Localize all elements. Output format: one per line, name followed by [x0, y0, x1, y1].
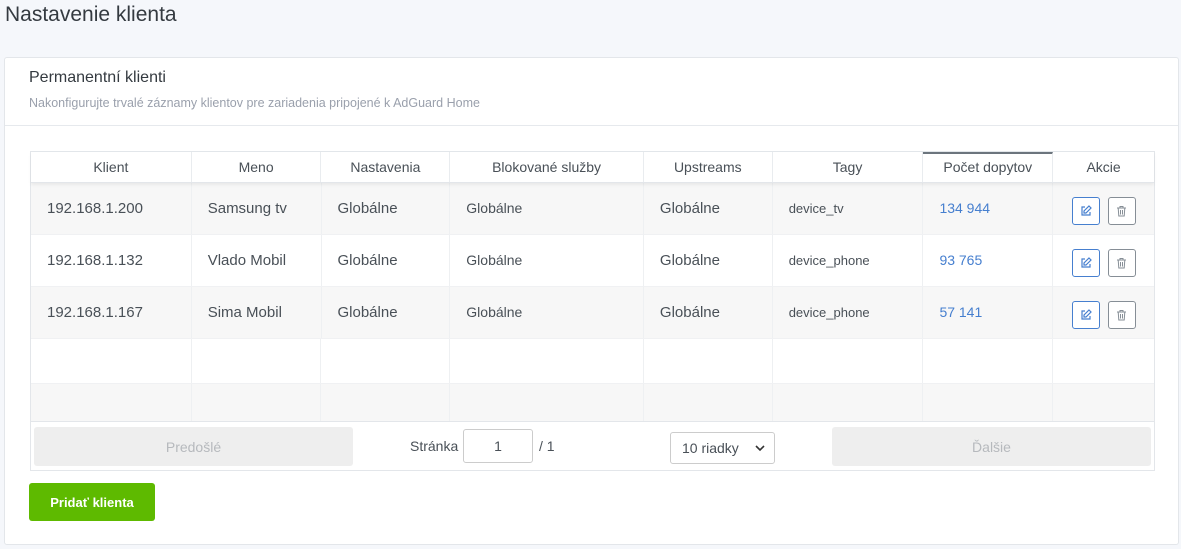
chevron-down-icon [755, 445, 765, 452]
cell-settings: Globálne [322, 235, 451, 286]
header-upstreams[interactable]: Upstreams [644, 152, 773, 182]
empty-cell [31, 339, 192, 383]
empty-cell [450, 339, 644, 383]
next-button[interactable]: Ďalšie [832, 427, 1151, 466]
empty-cell [1053, 339, 1154, 383]
empty-row [31, 339, 1154, 384]
header-name[interactable]: Meno [192, 152, 322, 182]
empty-cell [192, 339, 322, 383]
empty-cell [773, 339, 924, 383]
cell-name: Vlado Mobil [192, 235, 322, 286]
cell-actions [1053, 183, 1154, 234]
cell-name: Samsung tv [192, 183, 322, 234]
delete-button[interactable] [1107, 196, 1136, 225]
header-query-count[interactable]: Počet dopytov [923, 152, 1054, 182]
empty-cell [321, 339, 451, 383]
delete-button[interactable] [1107, 248, 1136, 277]
cell-query-count[interactable]: 134 944 [923, 181, 1054, 234]
cell-client: 192.168.1.200 [31, 183, 192, 234]
cell-upstreams: Globálne [644, 287, 773, 338]
table-row: 192.168.1.200 Samsung tv Globálne Globál… [31, 181, 1154, 235]
cell-settings: Globálne [322, 183, 451, 234]
cell-tags: device_tv [773, 183, 924, 234]
previous-button[interactable]: Predošlé [34, 427, 353, 466]
trash-icon [1117, 309, 1127, 320]
header-blocked-services[interactable]: Blokované služby [450, 152, 644, 182]
page-label: Stránka [410, 438, 459, 454]
trash-icon [1117, 257, 1127, 268]
clients-table: Klient Meno Nastavenia Blokované služby … [30, 151, 1155, 471]
empty-cell [644, 339, 773, 383]
table-row: 192.168.1.167 Sima Mobil Globálne Globál… [31, 285, 1154, 339]
delete-button[interactable] [1107, 300, 1136, 329]
cell-tags: device_phone [773, 287, 924, 338]
cell-settings: Globálne [322, 287, 451, 338]
edit-icon [1081, 204, 1092, 216]
edit-icon [1081, 308, 1092, 320]
empty-cell [923, 339, 1054, 383]
cell-upstreams: Globálne [644, 183, 773, 234]
cell-name: Sima Mobil [192, 287, 322, 338]
header-actions: Akcie [1086, 159, 1121, 175]
table-row: 192.168.1.132 Vlado Mobil Globálne Globá… [31, 233, 1154, 287]
cell-query-count[interactable]: 93 765 [923, 233, 1054, 286]
table-header: Klient Meno Nastavenia Blokované služby … [31, 152, 1154, 183]
rows-per-page-value: 10 riadky [682, 440, 739, 456]
cell-blocked-services: Globálne [450, 233, 644, 286]
page-title: Nastavenie klienta [5, 3, 177, 26]
cell-actions [1053, 235, 1154, 286]
cell-client: 192.168.1.167 [31, 287, 192, 338]
edit-icon [1081, 256, 1092, 268]
page-input[interactable] [463, 429, 533, 463]
page-total: / 1 [539, 438, 555, 454]
cell-upstreams: Globálne [644, 235, 773, 286]
add-client-button[interactable]: Pridať klienta [29, 483, 155, 521]
cell-blocked-services: Globálne [450, 285, 644, 338]
cell-actions [1053, 287, 1154, 338]
edit-button[interactable] [1071, 300, 1100, 329]
header-settings[interactable]: Nastavenia [321, 152, 451, 182]
cell-client: 192.168.1.132 [31, 235, 192, 286]
edit-button[interactable] [1071, 196, 1100, 225]
cell-tags: device_phone [773, 235, 924, 286]
trash-icon [1117, 205, 1127, 216]
pagination: Predošlé Stránka / 1 10 riadky Ďalšie [31, 421, 1154, 470]
header-tags[interactable]: Tagy [773, 152, 924, 182]
clients-card: Permanentní klienti Nakonfigurujte trval… [4, 57, 1179, 545]
card-subtitle: Nakonfigurujte trvalé záznamy klientov p… [29, 96, 480, 110]
card-header: Permanentní klienti Nakonfigurujte trval… [5, 58, 1178, 126]
cell-query-count[interactable]: 57 141 [923, 285, 1054, 338]
cell-blocked-services: Globálne [450, 181, 644, 234]
rows-per-page-select[interactable]: 10 riadky [670, 432, 775, 464]
card-title: Permanentní klienti [29, 69, 166, 86]
edit-button[interactable] [1071, 248, 1100, 277]
header-client[interactable]: Klient [31, 152, 192, 182]
